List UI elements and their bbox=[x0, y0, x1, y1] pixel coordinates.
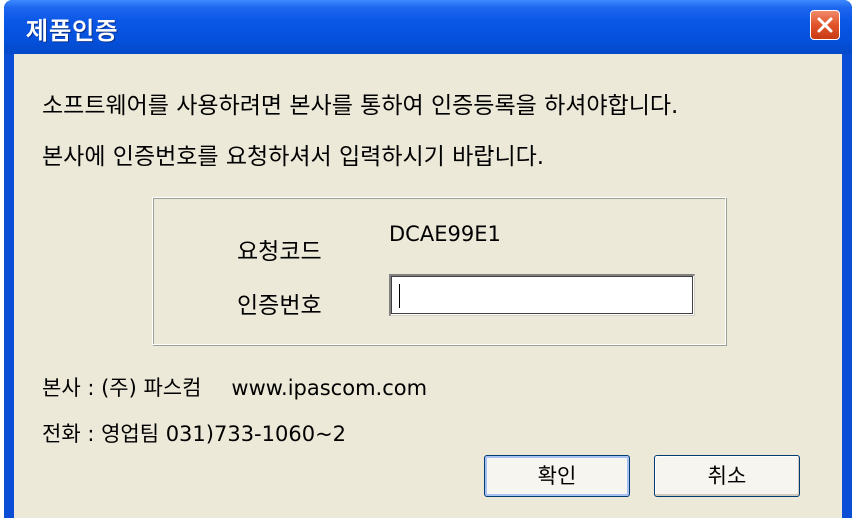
auth-number-label: 인증번호 bbox=[237, 293, 322, 319]
title-bar[interactable]: 제품인증 bbox=[4, 0, 852, 54]
text-caret bbox=[399, 284, 400, 308]
cancel-button[interactable]: 취소 bbox=[654, 455, 800, 497]
message-line-2: 본사에 인증번호를 요청하셔서 입력하시기 바랍니다. bbox=[42, 144, 545, 170]
message-line-1: 소프트웨어를 사용하려면 본사를 통하여 인증등록을 하셔야합니다. bbox=[42, 93, 679, 119]
window-title: 제품인증 bbox=[26, 17, 119, 45]
product-auth-dialog: 제품인증 소프트웨어를 사용하려면 본사를 통하여 인증등록을 하셔야합니다. … bbox=[4, 0, 852, 518]
company-website: www.ipascom.com bbox=[231, 376, 428, 400]
company-info: 본사 : (주) 파스컴 www.ipascom.com bbox=[42, 372, 427, 402]
auth-number-input[interactable] bbox=[389, 274, 695, 316]
close-icon bbox=[817, 17, 833, 33]
ok-button[interactable]: 확인 bbox=[484, 455, 630, 497]
close-button[interactable] bbox=[810, 10, 840, 40]
company-name: 본사 : (주) 파스컴 bbox=[42, 376, 202, 400]
auth-group-box: 요청코드 DCAE99E1 인증번호 bbox=[152, 197, 726, 345]
request-code-value: DCAE99E1 bbox=[389, 222, 501, 246]
dialog-body: 소프트웨어를 사용하려면 본사를 통하여 인증등록을 하셔야합니다. 본사에 인… bbox=[14, 54, 842, 518]
phone-info: 전화 : 영업팀 031)733-1060~2 bbox=[42, 422, 347, 446]
request-code-label: 요청코드 bbox=[237, 239, 322, 265]
